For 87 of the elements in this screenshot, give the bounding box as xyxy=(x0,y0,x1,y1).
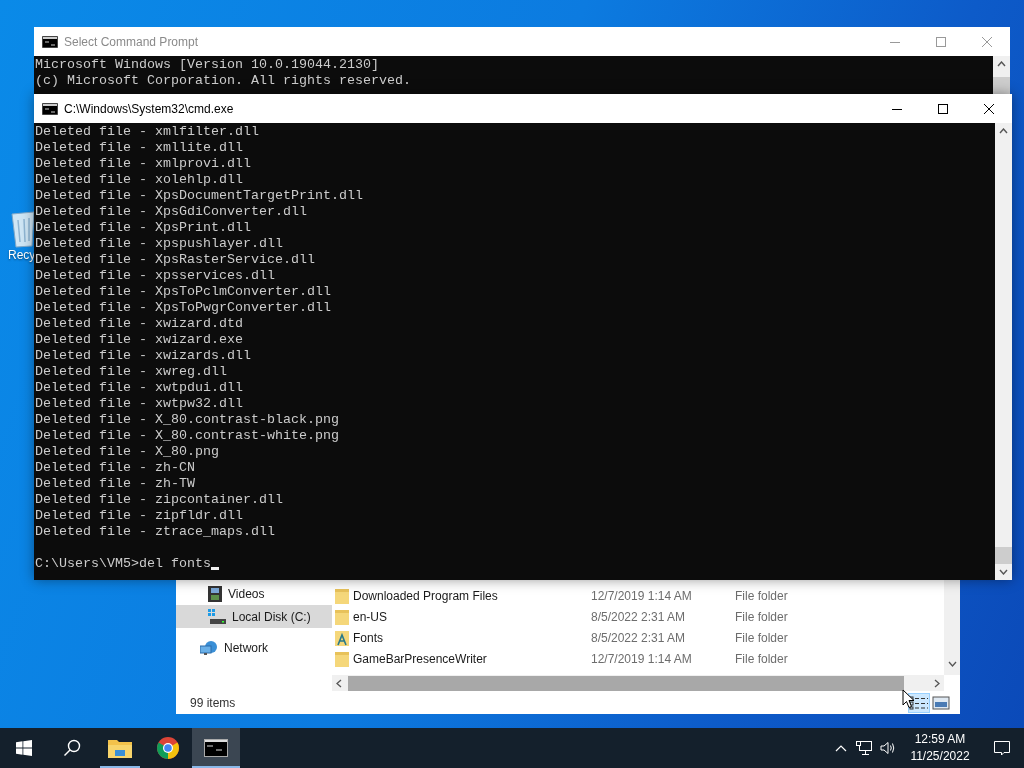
speech-bubble-icon xyxy=(994,740,1010,756)
window-title: Select Command Prompt xyxy=(64,33,200,51)
console-line: Deleted file - XpsDocumentTargetPrint.dll xyxy=(35,188,364,204)
console-line: Deleted file - X_80.png xyxy=(35,444,220,460)
console-scrollbar[interactable] xyxy=(995,123,1012,580)
window-title: C:\Windows\System32\cmd.exe xyxy=(64,100,235,118)
chevron-up-icon xyxy=(835,744,847,752)
console-line: Deleted file - zipcontainer.dll xyxy=(35,492,284,508)
nav-item[interactable]: Videos xyxy=(176,582,332,605)
browser-icon xyxy=(156,736,180,760)
speaker-icon xyxy=(880,741,896,755)
nav-item[interactable]: Local Disk (C:) xyxy=(176,605,332,628)
image-icon xyxy=(932,695,950,710)
console-line: (c) Microsoft Corporation. All rights reserved. xyxy=(35,73,412,89)
folder-icon xyxy=(108,738,132,758)
file-name[interactable]: en-US xyxy=(353,607,387,626)
console-line: Deleted file - xwreg.dll xyxy=(35,364,228,380)
console-line: Deleted file - xpsservices.dll xyxy=(35,268,276,284)
date-cell-text: 12/7/2019 1:14 AM xyxy=(591,587,693,605)
console-line: Deleted file - xwizards.dll xyxy=(35,348,252,364)
console-taskbar-button[interactable] xyxy=(192,728,240,768)
maximize-icon xyxy=(936,36,946,47)
date-cell-text: 8/5/2022 2:31 AM xyxy=(591,629,687,647)
folder-icon xyxy=(335,650,349,667)
type-cell-text: File folder xyxy=(735,587,788,605)
console-line: Deleted file - zipfldr.dll xyxy=(35,508,244,524)
console-line: Deleted file - xwizard.exe xyxy=(35,332,244,348)
film-icon xyxy=(208,585,222,602)
console-line: Deleted file - xmlfilter.dll xyxy=(35,124,260,140)
network-icon xyxy=(200,639,218,656)
desktop-icon-label[interactable]: Recy xyxy=(8,248,36,262)
console-line: Deleted file - xwtpw32.dll xyxy=(35,396,244,412)
console-scrollbar[interactable] xyxy=(993,56,1010,94)
console-icon xyxy=(42,102,58,115)
file-name[interactable]: Downloaded Program Files xyxy=(353,586,498,605)
folder-icon xyxy=(335,587,349,604)
console-line: Deleted file - xmlprovi.dll xyxy=(35,156,252,172)
maximize-icon xyxy=(938,103,948,114)
nav-item[interactable]: Network xyxy=(176,636,332,659)
console-line: Deleted file - xwtpdui.dll xyxy=(35,380,244,396)
search-icon xyxy=(63,739,81,757)
console-line: Deleted file - zh-CN xyxy=(35,460,196,476)
drive-icon xyxy=(208,608,226,625)
command-prompt[interactable]: C:\Users\VM5>del fonts xyxy=(35,556,211,572)
folder-icon xyxy=(335,608,349,625)
scrollbar-thumb[interactable] xyxy=(993,77,1010,94)
scroll-up-icon[interactable] xyxy=(997,61,1006,67)
console-line: Deleted file - xolehlp.dll xyxy=(35,172,244,188)
scroll-left-icon[interactable] xyxy=(336,678,342,688)
text-cursor xyxy=(210,567,219,570)
console-line: Deleted file - XpsToPclmConverter.dll xyxy=(35,284,332,300)
console-line: Deleted file - xmllite.dll xyxy=(35,140,244,156)
scroll-down-icon[interactable] xyxy=(999,569,1008,575)
vertical-scrollbar[interactable] xyxy=(944,580,960,675)
console-icon xyxy=(204,739,228,757)
clock[interactable]: 12:59 AM 11/25/2022 xyxy=(900,728,980,768)
type-cell-text: File folder xyxy=(735,608,788,626)
mouse-pointer-icon xyxy=(902,689,915,709)
console-line: Deleted file - XpsGdiConverter.dll xyxy=(35,204,308,220)
console-line: Deleted file - XpsRasterService.dll xyxy=(35,252,316,268)
console-line: Deleted file - ztrace_maps.dll xyxy=(35,524,276,540)
scroll-right-icon[interactable] xyxy=(934,678,940,688)
scroll-up-icon[interactable] xyxy=(999,128,1008,134)
console-line: Deleted file - X_80.contrast-black.png xyxy=(35,412,340,428)
console-line: Deleted file - zh-TW xyxy=(35,476,196,492)
type-cell-text: File folder xyxy=(735,629,788,647)
console-line: Deleted file - X_80.contrast-white.png xyxy=(35,428,340,444)
date-cell-text: 8/5/2022 2:31 AM xyxy=(591,608,687,626)
console-line: Deleted file - xwizard.dtd xyxy=(35,316,244,332)
console-line: Deleted file - XpsPrint.dll xyxy=(35,220,252,236)
file-name[interactable]: GameBarPresenceWriter xyxy=(353,649,487,668)
console-line: Deleted file - XpsToPwgrConverter.dll xyxy=(35,300,332,316)
font-folder-icon xyxy=(335,629,349,646)
type-cell-text: File folder xyxy=(735,650,788,668)
console-icon xyxy=(42,35,58,48)
close-icon xyxy=(984,103,994,114)
console-line: Microsoft Windows [Version 10.0.19044.2130] xyxy=(35,57,380,73)
scroll-down-icon[interactable] xyxy=(947,661,957,667)
list-icon xyxy=(909,695,929,710)
console-line: Deleted file - xpspushlayer.dll xyxy=(35,236,284,252)
windows-logo-icon xyxy=(16,740,32,756)
close-icon xyxy=(982,36,992,47)
monitor-icon xyxy=(856,741,872,755)
file-name[interactable]: Fonts xyxy=(353,628,383,647)
status-text: 99 items xyxy=(190,694,237,712)
date-cell-text: 12/7/2019 1:14 AM xyxy=(591,650,693,668)
scrollbar-thumb[interactable] xyxy=(995,547,1012,564)
